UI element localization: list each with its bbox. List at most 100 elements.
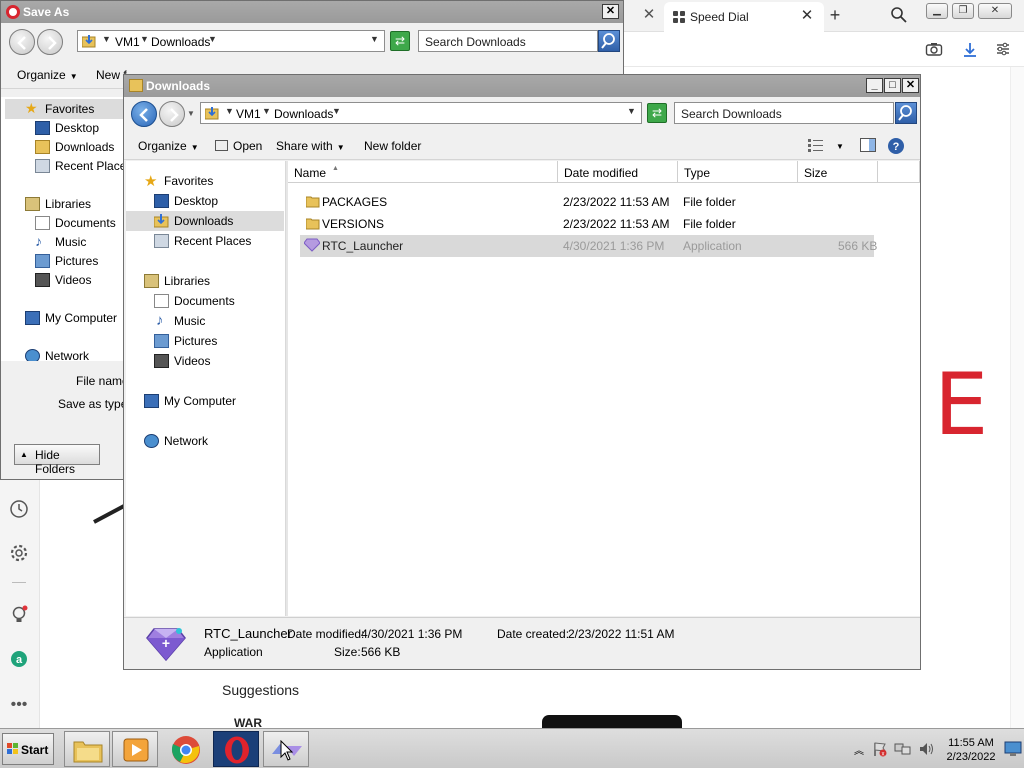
save-as-nav-favorites[interactable]: ★ Favorites — [5, 99, 124, 119]
show-hidden-icons-icon[interactable]: ︽ — [854, 742, 864, 757]
save-as-nav-network[interactable]: Network — [5, 346, 124, 361]
save-as-search-icon[interactable] — [598, 30, 620, 52]
nav-downloads[interactable]: Downloads — [126, 211, 284, 231]
share-with-button[interactable]: Share with ▼ — [276, 139, 345, 153]
column-header-date-modified[interactable]: Date modified — [558, 161, 678, 183]
suggestion-tile-dark[interactable] — [542, 715, 682, 729]
breadcrumb-vm1[interactable]: VM1 — [236, 107, 261, 121]
taskbar-teamviewer-app[interactable] — [263, 731, 309, 767]
tab-speed-dial[interactable]: Speed Dial ✕ — [664, 2, 824, 32]
nav-network[interactable]: Network — [126, 431, 284, 451]
new-tab-icon[interactable]: + — [825, 5, 845, 25]
downloads-search-input[interactable]: Search Downloads — [674, 102, 894, 124]
save-as-close-icon[interactable]: ✕ — [602, 4, 619, 19]
downloads-maximize-icon[interactable]: □ — [884, 78, 901, 93]
save-as-nav-music[interactable]: ♪ Music — [5, 232, 124, 252]
downloads-forward-button[interactable] — [159, 101, 185, 127]
volume-speaker-icon[interactable] — [918, 741, 936, 757]
save-as-titlebar[interactable]: Save As ✕ — [1, 1, 623, 23]
browser-close-icon[interactable]: ✕ — [978, 3, 1012, 19]
downloads-refresh-icon[interactable]: ⇄ — [647, 103, 667, 123]
downloads-search-icon[interactable] — [895, 102, 917, 124]
save-as-search-input[interactable]: Search Downloads — [418, 30, 598, 52]
help-icon[interactable]: ? — [887, 137, 905, 158]
browser-minimize-icon[interactable]: ▁ — [926, 3, 948, 19]
view-options-dropdown-icon[interactable]: ▼ — [836, 142, 844, 151]
column-header-size[interactable]: Size — [798, 161, 878, 183]
previous-tab-close-icon[interactable]: ✕ — [640, 6, 658, 24]
column-header-type[interactable]: Type — [678, 161, 798, 183]
downloads-address-bar[interactable]: ▼ VM1 ▼ Downloads ▼ ▼ — [200, 102, 642, 124]
breadcrumb-vm1[interactable]: VM1 — [115, 35, 140, 49]
taskbar-chrome-app[interactable] — [162, 731, 208, 767]
nav-my-computer[interactable]: My Computer — [126, 391, 284, 411]
downloads-back-button[interactable] — [131, 101, 157, 127]
taskbar-media-player-app[interactable] — [112, 731, 158, 767]
save-as-nav-downloads[interactable]: Downloads — [5, 137, 124, 157]
hide-folders-button[interactable]: ▲ Hide Folders — [14, 444, 100, 476]
taskbar-opera-app[interactable] — [213, 731, 259, 767]
nav-libraries[interactable]: Libraries — [126, 271, 284, 291]
downloads-minimize-icon[interactable]: _ — [866, 78, 883, 93]
downloads-titlebar[interactable]: Downloads _ □ ✕ — [124, 75, 920, 97]
taskbar-explorer-app[interactable] — [64, 731, 110, 767]
change-view-icon[interactable] — [808, 138, 824, 155]
save-as-nav-videos[interactable]: Videos — [5, 270, 124, 290]
system-clock[interactable]: 11:55 AM 2/23/2022 — [940, 736, 1002, 764]
history-icon[interactable] — [8, 498, 30, 520]
action-center-flag-icon[interactable]: x — [872, 741, 888, 757]
browser-search-icon[interactable] — [890, 6, 910, 26]
show-desktop-icon[interactable] — [1004, 741, 1022, 757]
start-button[interactable]: Start — [2, 733, 54, 765]
nav-recent-places[interactable]: Recent Places — [126, 231, 284, 251]
breadcrumb-downloads[interactable]: Downloads — [274, 107, 333, 121]
save-as-nav-recent[interactable]: Recent Places — [5, 156, 124, 176]
camera-icon[interactable] — [925, 41, 943, 59]
aria-icon[interactable]: a — [8, 648, 30, 670]
save-as-address-bar[interactable]: ▼ VM1 ▼ Downloads ▼ ▼ — [77, 30, 385, 52]
save-as-nav-documents[interactable]: Documents — [5, 213, 124, 233]
save-as-refresh-icon[interactable]: ⇄ — [390, 31, 410, 51]
nav-documents[interactable]: Documents — [126, 291, 284, 311]
browser-scrollbar[interactable] — [1010, 67, 1024, 728]
table-row[interactable]: VERSIONS 2/23/2022 11:53 AM File folder — [300, 213, 874, 235]
save-as-nav-libraries[interactable]: Libraries — [5, 194, 124, 214]
column-header-name[interactable]: Name ▲ — [288, 161, 558, 183]
downloads-nav-pane: ★ Favorites Desktop Downloads Recent Pla… — [126, 161, 286, 616]
address-dropdown-icon[interactable]: ▼ — [370, 34, 379, 44]
taskbar: Start ︽ x 11:55 AM 2/23/2022 — [0, 728, 1024, 768]
save-as-forward-button[interactable] — [37, 29, 63, 55]
explorer-folder-icon — [73, 741, 103, 763]
sort-ascending-icon: ▲ — [332, 165, 339, 172]
save-as-nav-desktop[interactable]: Desktop — [5, 118, 124, 138]
breadcrumb-downloads[interactable]: Downloads — [151, 35, 210, 49]
save-as-nav-computer[interactable]: My Computer — [5, 308, 124, 328]
network-status-icon[interactable] — [894, 741, 912, 757]
nav-pictures[interactable]: Pictures — [126, 331, 284, 351]
nav-videos[interactable]: Videos — [126, 351, 284, 371]
save-as-back-button[interactable] — [9, 29, 35, 55]
table-row-selected[interactable]: RTC_Launcher 4/30/2021 1:36 PM Applicati… — [300, 235, 877, 257]
new-folder-button[interactable]: New folder — [364, 139, 421, 153]
open-button[interactable]: Open — [215, 139, 262, 153]
downloads-close-icon[interactable]: ✕ — [902, 78, 919, 93]
save-as-organize-button[interactable]: Organize ▼ — [17, 68, 78, 82]
browser-maximize-icon[interactable]: ❐ — [952, 3, 974, 19]
downloads-window: Downloads _ □ ✕ ▼ ▼ VM1 ▼ Downloads ▼ ▼ … — [123, 74, 921, 670]
tab-close-icon[interactable]: ✕ — [798, 7, 816, 25]
table-row[interactable]: PACKAGES 2/23/2022 11:53 AM File folder — [300, 191, 874, 213]
nav-music[interactable]: ♪ Music — [126, 311, 284, 331]
downloads-icon[interactable] — [961, 41, 979, 59]
easy-setup-icon[interactable] — [994, 41, 1012, 59]
organize-button[interactable]: Organize ▼ — [138, 139, 199, 153]
recent-pages-dropdown-icon[interactable]: ▼ — [187, 109, 195, 118]
preview-pane-icon[interactable] — [860, 138, 876, 155]
save-as-nav-pictures[interactable]: Pictures — [5, 251, 124, 271]
speed-dial-letter-tile[interactable]: E — [934, 362, 988, 448]
nav-favorites[interactable]: ★ Favorites — [126, 171, 284, 191]
more-icon[interactable]: ••• — [8, 694, 30, 716]
nav-desktop[interactable]: Desktop — [126, 191, 284, 211]
settings-gear-icon[interactable] — [8, 542, 30, 564]
address-history-dropdown-icon[interactable]: ▼ — [627, 106, 636, 116]
tips-bulb-icon[interactable] — [8, 604, 30, 626]
